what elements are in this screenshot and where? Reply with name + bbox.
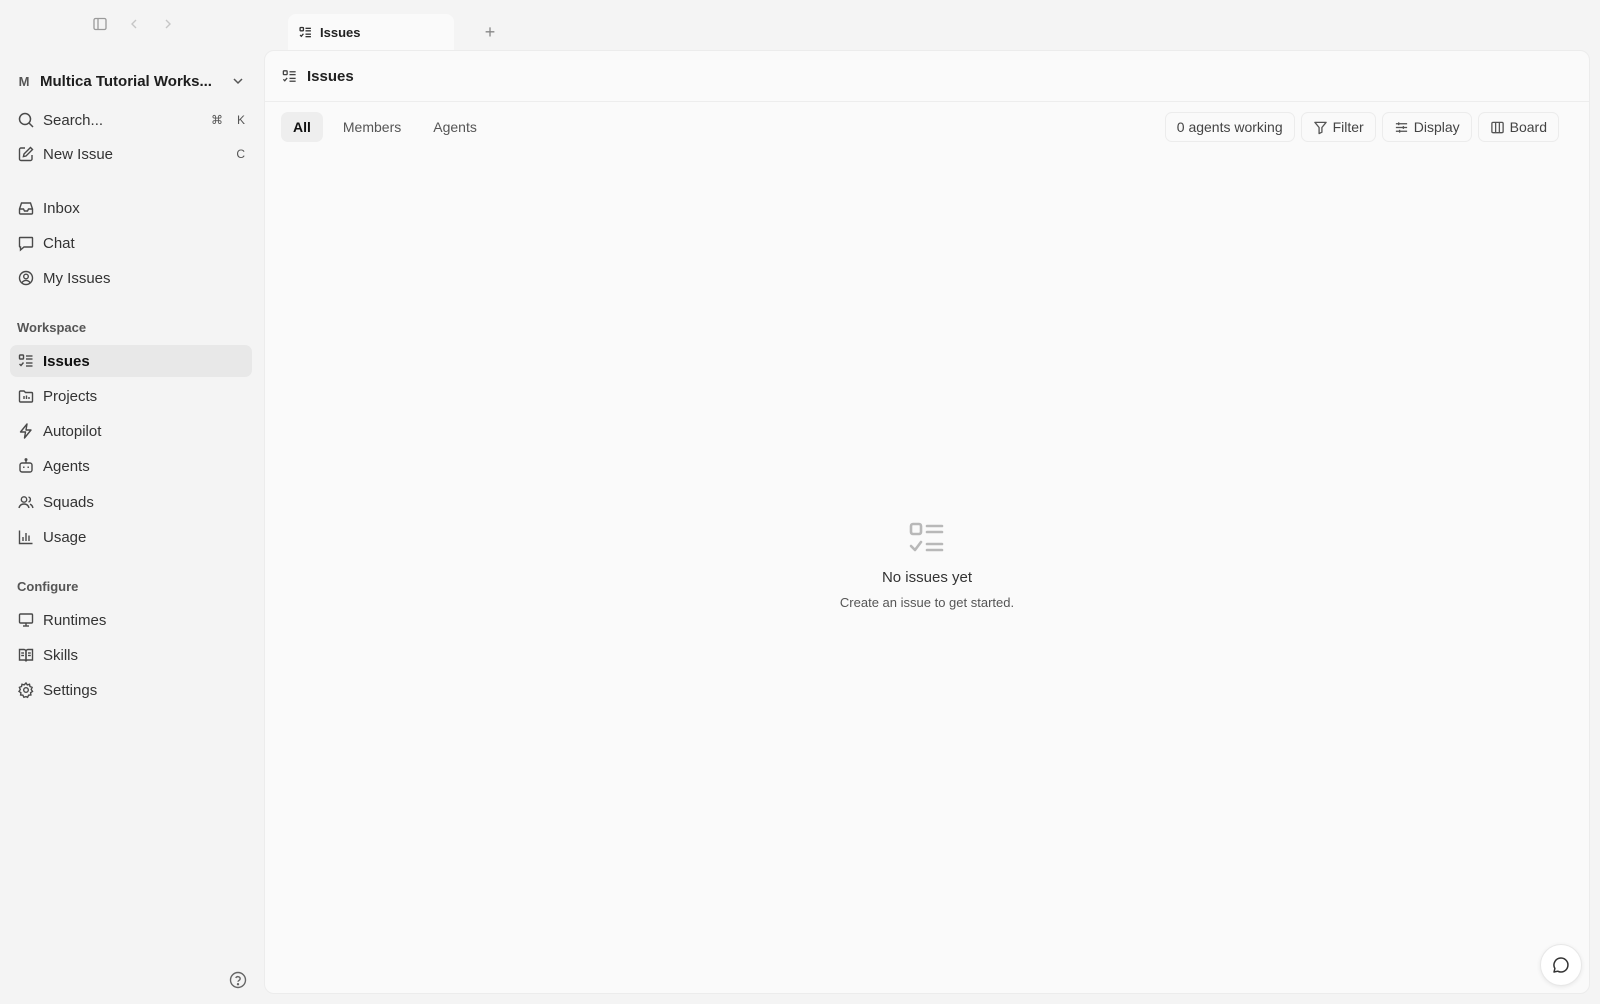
sidebar-item-label: My Issues	[43, 269, 111, 287]
search-label: Search...	[43, 111, 104, 129]
monitor-icon	[17, 611, 35, 629]
empty-issues-list-icon	[907, 519, 947, 559]
sidebar-item-autopilot[interactable]: Autopilot	[10, 415, 252, 447]
display-button[interactable]: Display	[1381, 112, 1472, 142]
bot-icon	[17, 457, 35, 475]
sidebar-item-label: Issues	[43, 352, 90, 370]
workspace-avatar: M	[18, 73, 30, 89]
workspace-name: Multica Tutorial Works...	[40, 72, 212, 90]
workspace-switcher[interactable]: M Multica Tutorial Works...	[10, 66, 252, 96]
forward-arrow-icon[interactable]	[158, 14, 178, 34]
book-icon	[17, 646, 35, 664]
folder-icon	[17, 387, 35, 405]
chevron-down-icon	[230, 73, 246, 89]
sidebar-item-label: Squads	[43, 493, 94, 511]
issues-list-icon	[17, 352, 35, 370]
sidebar-item-label: Autopilot	[43, 422, 102, 440]
sidebar-item-usage[interactable]: Usage	[10, 521, 252, 553]
message-circle-icon	[1551, 955, 1571, 975]
users-icon	[17, 493, 35, 511]
issues-list-icon	[298, 25, 313, 40]
filter-icon	[1313, 120, 1328, 135]
sidebar-item-label: Inbox	[43, 199, 80, 217]
scope-tab-members[interactable]: Members	[331, 112, 413, 142]
scope-tab-agents[interactable]: Agents	[421, 112, 489, 142]
sidebar-item-label: Skills	[43, 646, 79, 664]
search-shortcut-key: K	[236, 113, 245, 127]
search-shortcut-mod: ⌘	[210, 113, 223, 127]
chat-bubble-icon	[17, 234, 35, 252]
section-label-configure: Configure	[17, 579, 79, 594]
agents-working-button[interactable]: 0 agents working	[1164, 112, 1295, 142]
issues-toolbar: All Members Agents 0 agents working Filt…	[281, 112, 1559, 142]
new-tab-plus-icon[interactable]: +	[480, 22, 500, 42]
page-header: Issues	[265, 51, 1589, 102]
sidebar-item-label: Usage	[43, 528, 87, 546]
sidebar-item-label: Runtimes	[43, 611, 107, 629]
main-panel: Issues All Members Agents 0 agents worki…	[264, 50, 1590, 994]
bar-chart-icon	[17, 528, 35, 546]
filter-button[interactable]: Filter	[1300, 112, 1376, 142]
sidebar-item-inbox[interactable]: Inbox	[10, 192, 252, 224]
tab-issues[interactable]: Issues	[288, 14, 454, 50]
tab-label: Issues	[320, 24, 361, 40]
sidebar-item-agents[interactable]: Agents	[10, 450, 252, 482]
sidebar-item-label: Agents	[43, 457, 90, 475]
empty-state: No issues yet Create an issue to get sta…	[265, 519, 1589, 610]
back-arrow-icon[interactable]	[124, 14, 144, 34]
sidebar: M Multica Tutorial Works... Search... ⌘ …	[0, 0, 264, 1004]
app-window: M Multica Tutorial Works... Search... ⌘ …	[0, 0, 1600, 1004]
inbox-icon	[17, 199, 35, 217]
page-title: Issues	[307, 67, 354, 85]
edit-icon	[17, 145, 35, 163]
sidebar-item-runtimes[interactable]: Runtimes	[10, 604, 252, 636]
sidebar-item-settings[interactable]: Settings	[10, 674, 252, 706]
empty-state-title: No issues yet	[881, 569, 973, 586]
sidebar-item-skills[interactable]: Skills	[10, 639, 252, 671]
sidebar-item-label: Projects	[43, 387, 98, 405]
new-issue-shortcut: C	[236, 147, 245, 161]
empty-state-subtitle: Create an issue to get started.	[839, 595, 1015, 610]
sidebar-item-projects[interactable]: Projects	[10, 380, 252, 412]
sliders-icon	[1394, 120, 1409, 135]
sidebar-item-chat[interactable]: Chat	[10, 227, 252, 259]
chat-fab-button[interactable]	[1540, 944, 1582, 986]
new-issue-label: New Issue	[43, 145, 114, 163]
toggle-sidebar-icon[interactable]	[90, 14, 110, 34]
lightning-icon	[17, 422, 35, 440]
window-controls	[90, 14, 178, 34]
sidebar-item-my-issues[interactable]: My Issues	[10, 262, 252, 294]
issues-list-icon	[281, 68, 298, 85]
board-button[interactable]: Board	[1477, 112, 1559, 142]
sidebar-item-issues[interactable]: Issues	[10, 345, 252, 377]
scope-tab-all[interactable]: All	[281, 112, 323, 142]
section-label-workspace: Workspace	[17, 320, 87, 335]
board-label: Board	[1509, 119, 1547, 135]
help-icon[interactable]	[228, 970, 248, 990]
user-circle-icon	[17, 269, 35, 287]
sidebar-item-label: Chat	[43, 234, 75, 252]
display-label: Display	[1413, 119, 1460, 135]
gear-icon	[17, 681, 35, 699]
sidebar-item-label: Settings	[43, 681, 98, 699]
search-button[interactable]: Search... ⌘ K	[10, 104, 252, 136]
new-issue-button[interactable]: New Issue C	[10, 138, 252, 170]
board-columns-icon	[1490, 120, 1505, 135]
sidebar-item-squads[interactable]: Squads	[10, 486, 252, 518]
search-icon	[17, 111, 35, 129]
filter-label: Filter	[1332, 119, 1364, 135]
agents-working-label: 0 agents working	[1176, 119, 1283, 135]
